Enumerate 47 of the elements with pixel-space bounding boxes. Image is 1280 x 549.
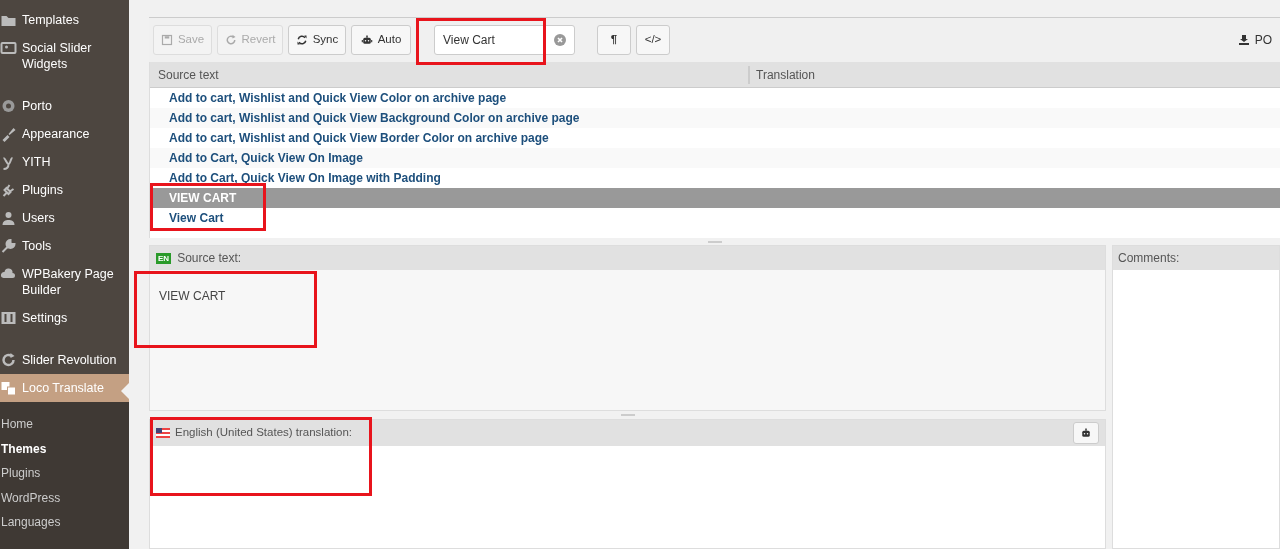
- submenu-item[interactable]: WordPress: [0, 485, 129, 510]
- format-button[interactable]: </>: [636, 25, 670, 55]
- sidebar-item[interactable]: Porto: [0, 92, 129, 120]
- wrench-icon: [0, 238, 17, 254]
- flag-icon: [156, 428, 170, 438]
- revert-icon: [224, 34, 237, 46]
- download-link[interactable]: PO: [1238, 31, 1272, 49]
- format-button[interactable]: ¶: [597, 25, 631, 55]
- brush-icon: [0, 126, 17, 142]
- download-icon: [1238, 35, 1249, 45]
- language-badge: EN: [156, 252, 172, 264]
- submenu-item[interactable]: Plugins: [0, 461, 129, 486]
- column-header[interactable]: Translation: [750, 65, 1280, 84]
- translate-icon: [0, 380, 17, 396]
- sync-icon: [295, 34, 308, 46]
- toolbar-button[interactable]: Sync: [288, 25, 346, 55]
- toolbar-button[interactable]: Auto: [351, 25, 411, 55]
- sidebar-item[interactable]: Templates: [0, 6, 129, 34]
- sidebar-item[interactable]: Settings: [0, 304, 129, 332]
- sidebar-item[interactable]: Appearance: [0, 120, 129, 148]
- sidebar-item[interactable]: Tools: [0, 232, 129, 260]
- refresh-icon: [0, 352, 17, 368]
- plug-icon: [0, 182, 17, 198]
- robot-icon: [360, 34, 373, 46]
- submenu-item[interactable]: Languages: [0, 510, 129, 535]
- search-field[interactable]: View Cart: [434, 25, 575, 55]
- sidebar-item[interactable]: Slider Revolution: [0, 346, 129, 374]
- sidebar-item[interactable]: Users: [0, 204, 129, 232]
- user-icon: [0, 210, 17, 226]
- panel-label: Source text:: [177, 250, 242, 267]
- string-row[interactable]: Add to cart, Wishlist and Quick View Background Color on archive page: [150, 108, 1280, 128]
- auto-translate-button[interactable]: [1073, 422, 1099, 444]
- image-icon: [0, 40, 17, 56]
- robot-icon: [1080, 427, 1092, 439]
- save-icon: [160, 34, 173, 46]
- sidebar-item[interactable]: WPBakery Page Builder: [0, 260, 129, 304]
- sidebar-item[interactable]: Social Slider Widgets: [0, 34, 129, 78]
- panel-label: English (United States) translation:: [175, 425, 353, 441]
- submenu-item[interactable]: Themes: [0, 436, 129, 461]
- sidebar-item[interactable]: Plugins: [0, 176, 129, 204]
- sidebar-item[interactable]: YITH: [0, 148, 129, 176]
- column-header[interactable]: Source text: [150, 65, 750, 84]
- string-row[interactable]: Add to Cart, Quick View On Image: [150, 148, 1280, 168]
- source-text: VIEW CART: [158, 288, 227, 305]
- clear-icon[interactable]: [554, 34, 566, 46]
- panel-label: Comments:: [1113, 246, 1279, 270]
- submenu-item[interactable]: Home: [0, 412, 129, 437]
